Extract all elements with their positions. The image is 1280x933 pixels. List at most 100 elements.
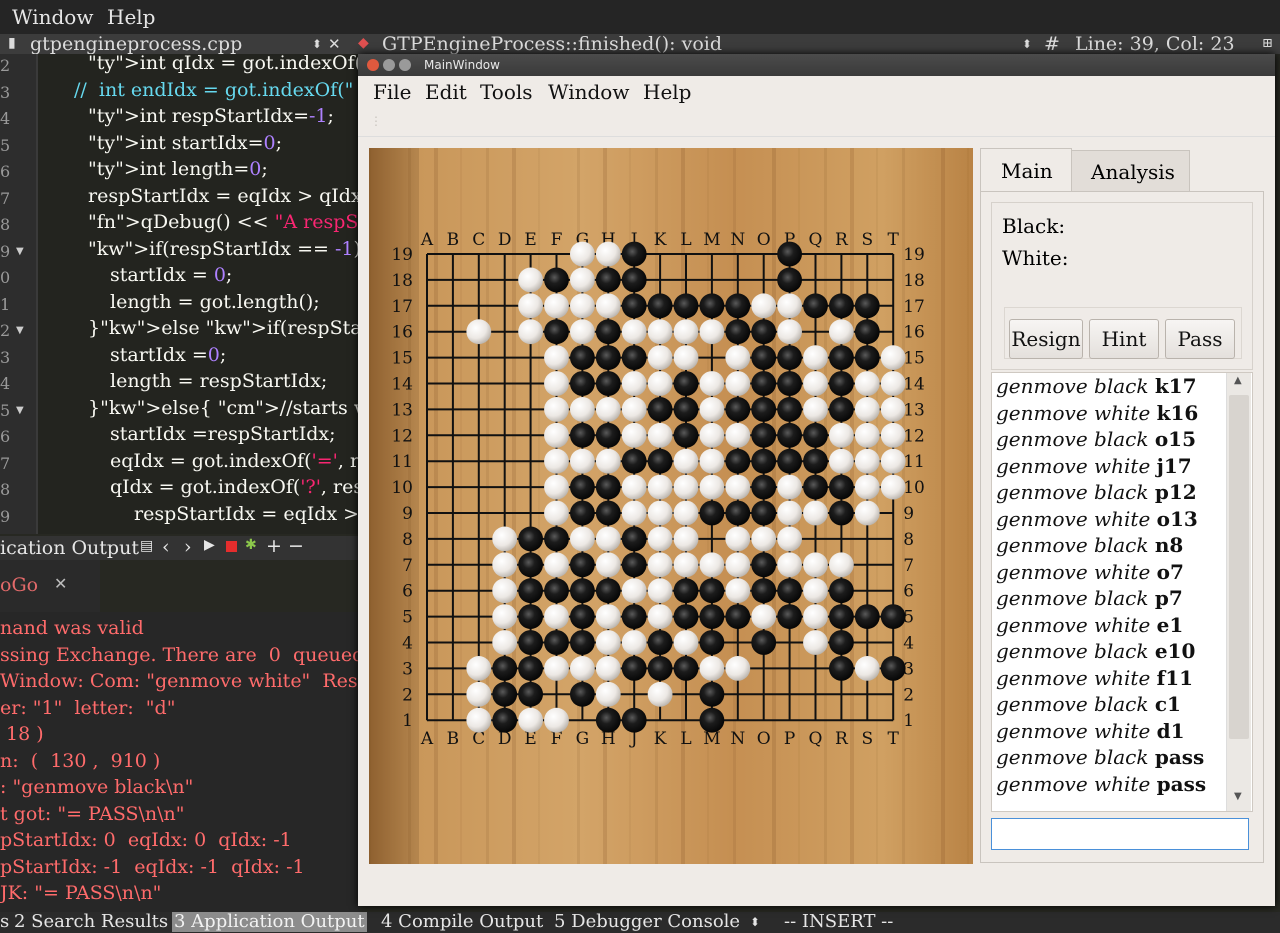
white-stone	[621, 578, 647, 604]
black-stone	[777, 267, 802, 293]
move-entry[interactable]: genmove white pass	[996, 772, 1206, 796]
white-stone	[570, 319, 595, 345]
window-titlebar[interactable]: MainWindow	[358, 54, 1275, 76]
output-line: JK: "= PASS\n\n"	[0, 882, 162, 904]
move-entry[interactable]: genmove black p7	[996, 586, 1183, 610]
move-entry[interactable]: genmove black pass	[996, 745, 1204, 769]
line-number: 6	[0, 162, 11, 181]
status-chevron-icon[interactable]: ⬍	[750, 915, 760, 929]
move-entry[interactable]: genmove black e10	[996, 639, 1195, 663]
ide-function-combo[interactable]: GTPEngineProcess::finished(): void	[382, 34, 722, 54]
menu-window[interactable]: Window	[548, 80, 629, 104]
fold-chevron-icon[interactable]: ▼	[16, 325, 24, 336]
move-entry[interactable]: genmove white k16	[996, 401, 1198, 425]
black-stone	[544, 630, 569, 655]
row-label: 2	[402, 685, 413, 705]
column-label: K	[654, 230, 667, 250]
tab-analysis[interactable]: Analysis	[1071, 150, 1190, 193]
black-stone	[751, 319, 777, 345]
black-stone	[854, 293, 880, 319]
scroll-down-icon[interactable]: ▼	[1234, 791, 1242, 802]
tab-main[interactable]: Main	[980, 148, 1072, 193]
run-icon[interactable]: ▶	[204, 537, 215, 553]
zoom-in-icon[interactable]: +	[266, 535, 282, 557]
row-label: 1	[402, 711, 413, 731]
move-entry[interactable]: genmove white o7	[996, 560, 1184, 584]
ide-file-tab[interactable]: gtpengineprocess.cpp	[30, 34, 242, 54]
move-entry[interactable]: genmove white d1	[996, 719, 1185, 743]
move-entry[interactable]: genmove white f11	[996, 666, 1193, 690]
move-command: genmove black	[996, 639, 1155, 663]
white-stone	[777, 293, 802, 319]
line-number: 0	[0, 268, 11, 287]
row-label: 19	[391, 245, 413, 265]
move-entry[interactable]: genmove black o15	[996, 427, 1196, 451]
status-search-results[interactable]: 2 Search Results	[14, 912, 168, 932]
pass-button[interactable]: Pass	[1165, 319, 1235, 359]
move-entry[interactable]: genmove black n8	[996, 533, 1183, 557]
black-stone	[544, 319, 569, 345]
row-label: 18	[391, 271, 413, 291]
black-stone	[751, 552, 777, 578]
split-icon[interactable]: ⊞	[1262, 36, 1273, 51]
menu-help[interactable]: Help	[643, 80, 691, 104]
move-entry[interactable]: genmove white j17	[996, 454, 1192, 478]
status-compile-output[interactable]: 4 Compile Output	[381, 912, 543, 932]
code-editor[interactable]: "ty">int qIdx = got.indexOf('?'); // int …	[38, 54, 360, 534]
previous-icon[interactable]: ‹	[162, 536, 170, 558]
output-tab[interactable]: oGo ✕	[0, 560, 100, 612]
fold-chevron-icon[interactable]: ▼	[16, 246, 24, 257]
move-entry[interactable]: genmove black k17	[996, 374, 1197, 398]
output-tab-close-icon[interactable]: ✕	[54, 574, 67, 593]
black-stone	[570, 345, 595, 370]
black-stone	[647, 448, 673, 474]
hint-button[interactable]: Hint	[1089, 319, 1159, 359]
next-icon[interactable]: ›	[184, 536, 192, 558]
debug-icon[interactable]: ✱	[245, 537, 257, 553]
function-combo-chevron-icon[interactable]: ⬍	[1022, 37, 1032, 51]
ide-menu-window[interactable]: Window	[12, 5, 93, 29]
output-line: : "genmove black\n"	[0, 776, 194, 798]
black-stone	[777, 397, 802, 422]
scrollbar-thumb[interactable]	[1229, 395, 1249, 739]
file-tab-close-icon[interactable]: ✕	[328, 35, 341, 53]
black-stone	[829, 345, 854, 370]
clear-output-icon[interactable]: ▤	[140, 538, 153, 554]
move-entry[interactable]: genmove white e1	[996, 613, 1183, 637]
row-label: 16	[391, 323, 413, 343]
scroll-up-icon[interactable]: ▲	[1234, 375, 1242, 386]
stop-icon[interactable]	[226, 541, 237, 552]
fold-chevron-icon[interactable]: ▼	[16, 405, 24, 416]
gtp-command-input[interactable]	[991, 818, 1249, 850]
go-board[interactable]: AABBCCDDEEFFGGHHJJKKLLMMNNOOPPQQRRSSTT19…	[369, 148, 973, 864]
move-entry[interactable]: genmove white o13	[996, 507, 1198, 531]
resign-button[interactable]: Resign	[1009, 319, 1083, 359]
white-stone	[621, 500, 647, 526]
column-label: L	[680, 729, 691, 749]
zoom-out-icon[interactable]: −	[288, 535, 304, 557]
ide-menu-help[interactable]: Help	[107, 5, 155, 29]
minimize-window-icon[interactable]	[383, 59, 395, 71]
menu-edit[interactable]: Edit	[425, 80, 467, 104]
toolbar-handle-icon[interactable]: ⋮	[370, 114, 382, 128]
move-entry[interactable]: genmove black c1	[996, 692, 1181, 716]
menu-tools[interactable]: Tools	[480, 80, 533, 104]
menu-file[interactable]: File	[373, 80, 412, 104]
side-panel: Main Analysis Black: White: Resign Hint …	[980, 148, 1264, 864]
move-list-scrollbar[interactable]: ▲ ▼	[1226, 373, 1251, 811]
black-stone	[829, 397, 854, 422]
black-stone	[518, 578, 543, 604]
tab-main-label: Main	[1001, 159, 1053, 183]
white-stone	[518, 707, 543, 733]
close-window-icon[interactable]	[367, 59, 379, 71]
maximize-window-icon[interactable]	[399, 59, 411, 71]
status-debugger-console[interactable]: 5 Debugger Console	[554, 912, 740, 932]
gtp-move-list[interactable]: genmove white pass genmove black pass genm…	[991, 372, 1253, 812]
status-application-output[interactable]: 3 Application Output	[172, 912, 367, 932]
black-stone	[621, 604, 647, 629]
row-label: 9	[903, 504, 914, 524]
white-stone	[673, 630, 699, 655]
status-item[interactable]: s	[0, 912, 9, 932]
move-entry[interactable]: genmove black p12	[996, 480, 1197, 504]
file-tab-chevron-icon[interactable]: ⬍	[312, 37, 322, 51]
